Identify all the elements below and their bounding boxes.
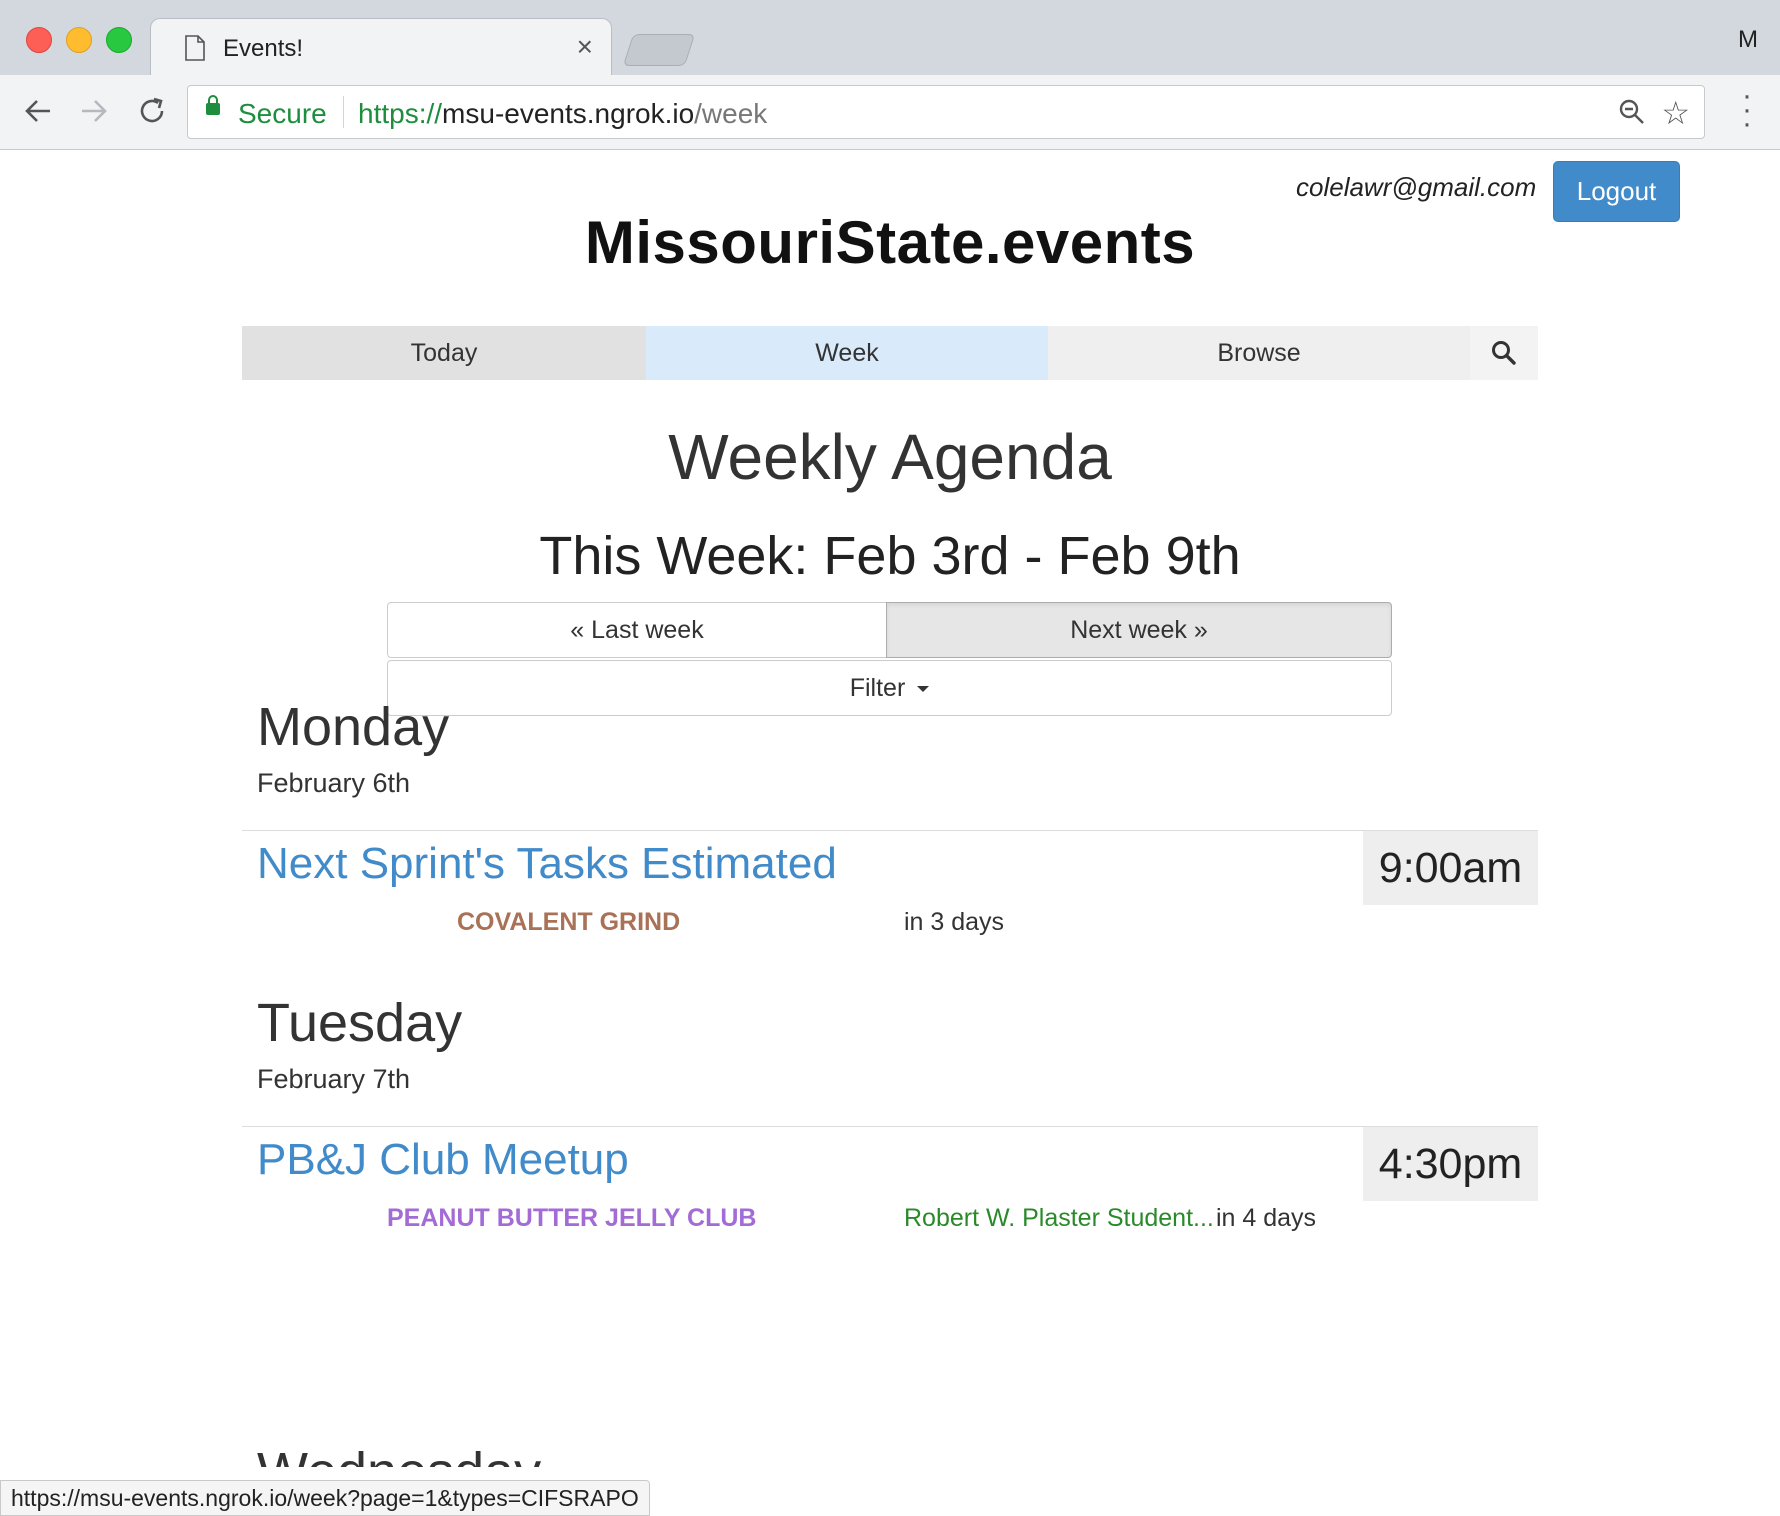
forward-arrow-icon[interactable] — [76, 93, 112, 129]
filter-label: Filter — [849, 674, 906, 702]
event-meta: COVALENT GRIND in 3 days — [242, 908, 1538, 948]
document-icon — [185, 35, 205, 61]
lock-icon — [206, 95, 220, 115]
event-title-link[interactable]: Next Sprint's Tasks Estimated — [257, 839, 837, 889]
event-time: 4:30pm — [1363, 1127, 1538, 1201]
search-icon — [1492, 341, 1516, 365]
week-range: This Week: Feb 3rd - Feb 9th — [539, 526, 1241, 586]
status-bar-url: https://msu-events.ngrok.io/week?page=1&… — [0, 1480, 650, 1516]
main-nav: Today Week Browse — [242, 326, 1538, 380]
back-arrow-icon[interactable] — [20, 93, 56, 129]
event-title-link[interactable]: PB&J Club Meetup — [257, 1135, 629, 1185]
browser-toolbar: Secure https://msu-events.ngrok.io/week … — [0, 75, 1780, 150]
event-relative-time: in 3 days — [904, 908, 1005, 936]
tab-title: Events! — [223, 35, 304, 62]
event-relative-time: in 4 days — [1216, 1204, 1317, 1232]
bookmark-star-icon[interactable]: ☆ — [1661, 94, 1690, 132]
event-organization-link[interactable]: COVALENT GRIND — [457, 908, 680, 937]
user-email: colelawr@gmail.com — [1296, 172, 1537, 202]
event-time: 9:00am — [1363, 831, 1538, 905]
url-text[interactable]: https://msu-events.ngrok.io/week — [358, 98, 767, 130]
maximize-window-button[interactable] — [106, 27, 132, 53]
filter-dropdown[interactable]: Filter — [387, 660, 1392, 716]
page-content: colelawr@gmail.com Logout MissouriState.… — [0, 150, 1780, 1516]
day-date: February 6th — [257, 768, 411, 798]
event-meta: PEANUT BUTTER JELLY CLUB Robert W. Plast… — [242, 1204, 1538, 1244]
url-path: /week — [694, 98, 768, 129]
site-logo[interactable]: MissouriState.events — [0, 208, 1780, 277]
day-name: Wednesday — [257, 1445, 541, 1467]
event-organization-link[interactable]: PEANUT BUTTER JELLY CLUB — [387, 1204, 756, 1233]
chevron-down-icon — [917, 686, 930, 693]
nav-week[interactable]: Week — [646, 326, 1048, 380]
url-scheme: https:// — [358, 98, 443, 129]
browser-tab[interactable]: Events! × — [150, 18, 612, 77]
nav-search[interactable] — [1470, 326, 1538, 380]
reload-icon[interactable] — [134, 93, 170, 129]
day-name: Tuesday — [257, 993, 463, 1053]
nav-browse[interactable]: Browse — [1048, 326, 1470, 380]
day-name: Monday — [257, 697, 450, 757]
minimize-window-button[interactable] — [66, 27, 92, 53]
last-week-button[interactable]: « Last week — [387, 602, 887, 658]
browser-menu-icon[interactable]: · · · — [1742, 81, 1752, 139]
browser-tab-strip: Events! × M — [0, 0, 1780, 77]
close-window-button[interactable] — [26, 27, 52, 53]
event-row: PB&J Club Meetup 4:30pm — [242, 1126, 1538, 1201]
day-date: February 7th — [257, 1064, 411, 1094]
page-title: Weekly Agenda — [668, 421, 1112, 493]
zoom-out-icon[interactable] — [1618, 98, 1646, 126]
secure-label: Secure — [238, 98, 327, 129]
tab-close-icon[interactable]: × — [577, 31, 593, 63]
event-row: Next Sprint's Tasks Estimated 9:00am — [242, 830, 1538, 905]
profile-initial[interactable]: M — [1738, 26, 1758, 54]
url-host: msu-events.ngrok.io — [442, 98, 695, 129]
nav-today[interactable]: Today — [242, 326, 646, 380]
new-tab-button[interactable] — [622, 34, 696, 66]
address-bar[interactable]: Secure https://msu-events.ngrok.io/week … — [187, 85, 1705, 139]
address-divider — [343, 96, 344, 128]
event-location-link[interactable]: Robert W. Plaster Student... — [904, 1204, 1214, 1233]
next-week-button[interactable]: Next week » — [886, 602, 1392, 658]
